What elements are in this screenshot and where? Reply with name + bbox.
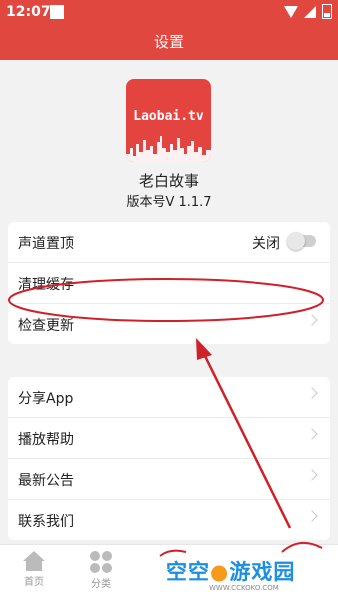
chevron-right-icon <box>306 469 318 481</box>
notification-icon <box>50 5 64 19</box>
settings-row-label: 清理缓存 <box>18 277 74 293</box>
chevron-right-icon <box>306 387 318 399</box>
channel-top-toggle[interactable] <box>287 232 316 250</box>
settings-group-2: 分享App 播放帮助 最新公告 联系我们 <box>8 377 330 540</box>
settings-row-label: 分享App <box>18 391 74 407</box>
settings-row-label: 检查更新 <box>18 318 74 334</box>
settings-row-label: 最新公告 <box>18 473 74 489</box>
settings-row-label: 播放帮助 <box>18 432 74 448</box>
battery-icon <box>322 4 332 19</box>
settings-row-play-help[interactable]: 播放帮助 <box>8 418 330 459</box>
settings-row-clear-cache[interactable]: 清理缓存 <box>8 263 330 304</box>
status-bar: 12:07 <box>0 0 338 24</box>
nav-label: 分类 <box>91 579 111 590</box>
chevron-right-icon <box>306 428 318 440</box>
chevron-right-icon <box>306 314 318 326</box>
watermark-url: WWW.CCKOKO.COM <box>209 584 279 592</box>
status-time: 12:07 <box>6 4 51 20</box>
signal-icon <box>304 5 316 18</box>
settings-row-contact-us[interactable]: 联系我们 <box>8 500 330 540</box>
toggle-state-label: 关闭 <box>252 236 280 252</box>
settings-group-1: 声道置顶 关闭 清理缓存 检查更新 <box>8 222 330 344</box>
watermark-logo: 空空●游戏园 <box>166 560 296 584</box>
page-title: 设置 <box>0 24 338 60</box>
skyline-icon <box>126 136 211 162</box>
settings-row-label: 声道置顶 <box>18 236 74 252</box>
app-logo: Laobai.tv <box>126 79 211 162</box>
chevron-right-icon <box>306 510 318 522</box>
settings-row-channel-top[interactable]: 声道置顶 关闭 <box>8 222 330 263</box>
grid-icon <box>90 551 112 573</box>
app-name: 老白故事 <box>138 172 199 190</box>
home-icon <box>23 551 45 561</box>
logo-text: Laobai.tv <box>133 109 204 124</box>
settings-row-check-update[interactable]: 检查更新 <box>8 304 330 344</box>
status-icons <box>284 4 332 19</box>
settings-row-announcement[interactable]: 最新公告 <box>8 459 330 500</box>
settings-row-label: 联系我们 <box>18 514 74 530</box>
nav-category[interactable]: 分类 <box>76 551 126 590</box>
settings-row-share-app[interactable]: 分享App <box>8 377 330 418</box>
toggle-knob <box>287 232 305 250</box>
nav-label: 首页 <box>24 577 44 588</box>
nav-home[interactable]: 首页 <box>9 551 59 588</box>
wifi-icon <box>284 5 298 18</box>
app-version: 版本号V 1.1.7 <box>126 195 212 210</box>
